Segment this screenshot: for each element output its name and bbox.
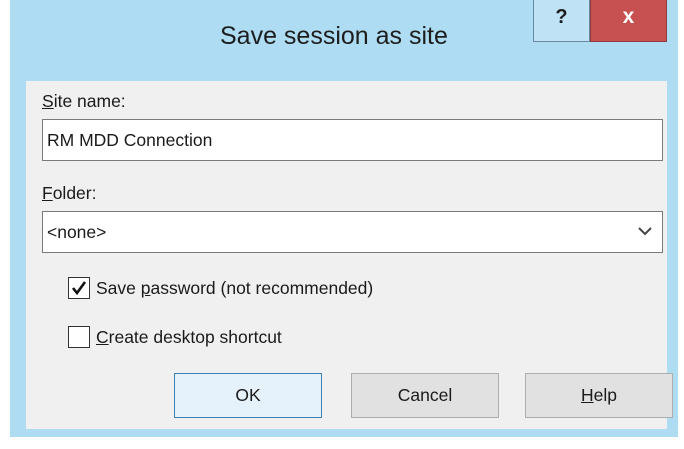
create-desktop-shortcut-label[interactable]: Create desktop shortcut — [96, 327, 282, 348]
folder-selected-value: <none> — [47, 222, 107, 242]
save-password-label[interactable]: Save password (not recommended) — [96, 278, 373, 299]
save-password-checkbox[interactable] — [68, 277, 90, 299]
checkmark-icon — [71, 281, 87, 296]
site-name-label: Site name: — [42, 91, 126, 111]
folder-select[interactable]: <none> — [42, 211, 663, 253]
cancel-button[interactable]: Cancel — [351, 373, 499, 418]
context-help-button[interactable]: ? — [533, 0, 590, 42]
dialog-body: Site name: RM MDD Connection Folder: <no… — [26, 81, 673, 429]
chevron-down-icon — [638, 227, 652, 236]
help-button[interactable]: Help — [525, 373, 673, 418]
create-desktop-shortcut-checkbox[interactable] — [68, 326, 90, 348]
folder-label: Folder: — [42, 183, 97, 203]
title-bar[interactable]: Save session as site ? x — [10, 0, 678, 81]
site-name-input[interactable]: RM MDD Connection — [42, 119, 663, 161]
dialog-title: Save session as site — [220, 22, 448, 50]
close-button[interactable]: x — [590, 0, 667, 42]
ok-button[interactable]: OK — [174, 373, 322, 418]
help-icon: ? — [555, 6, 568, 28]
close-icon: x — [622, 5, 635, 28]
dialog-window: Save session as site ? x Site name: RM M… — [10, 0, 678, 437]
